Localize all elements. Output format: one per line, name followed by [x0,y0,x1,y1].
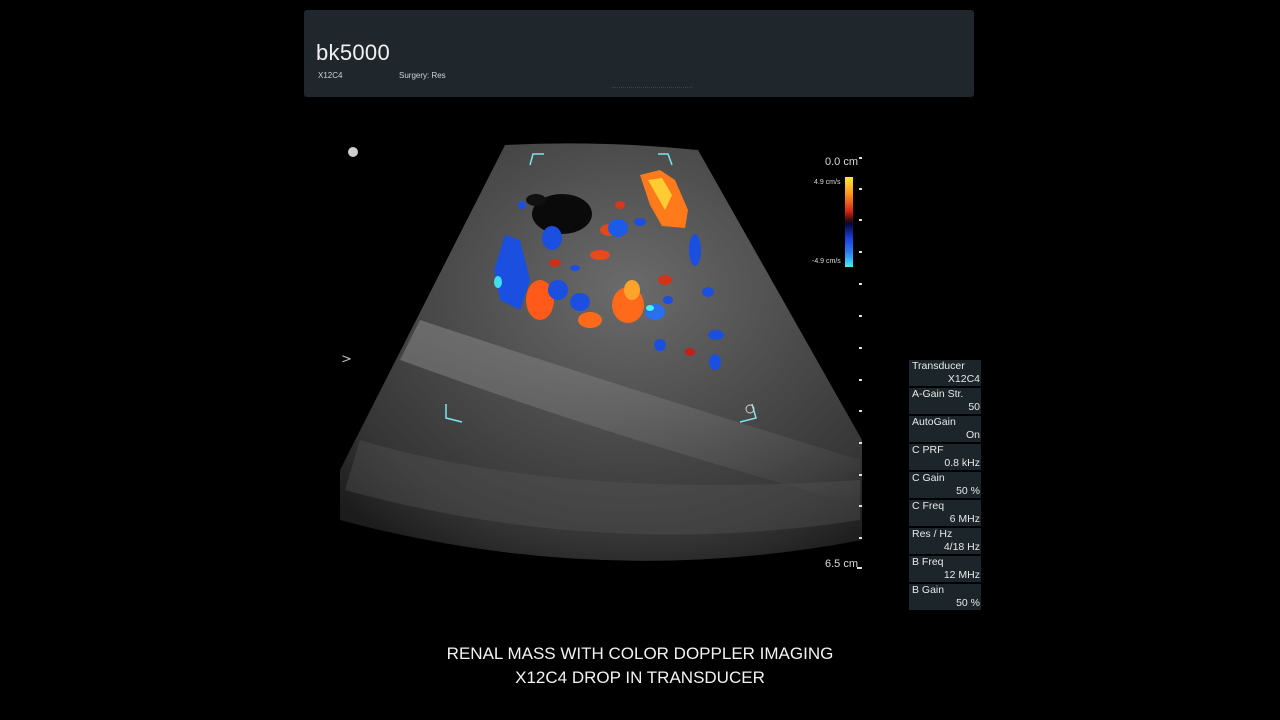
param-value: 50 % [956,485,980,497]
velocity-max-label: 4.9 cm/s [814,179,841,186]
param-transducer: Transducer X12C4 [909,360,981,386]
param-label: Res / Hz [912,528,953,540]
param-label: B Freq [912,556,944,568]
param-label: C Freq [912,500,945,512]
caption-line-2: X12C4 DROP IN TRANSDUCER [515,668,765,687]
focus-marker: > [341,352,352,367]
param-label: B Gain [912,584,945,596]
param-label: AutoGain [912,416,956,428]
param-label: Transducer [912,360,965,372]
ultrasound-screen: bk5000 X12C4 Surgery: Res > 0.0 cm 6.5 c… [0,0,1280,720]
param-c-freq: C Freq 6 MHz [909,500,981,526]
param-value: On [965,429,980,441]
param-value: 0.8 kHz [944,457,980,469]
velocity-min-label: -4.9 cm/s [812,258,841,265]
param-value: 4/18 Hz [943,541,980,553]
param-b-gain: B Gain 50 % [909,584,981,610]
parameter-panel: Transducer X12C4 A-Gain Str. 50 AutoGain… [909,360,981,612]
param-value: 12 MHz [943,569,980,581]
param-c-prf: C PRF 0.8 kHz [909,444,981,470]
depth-top-label: 0.0 cm [825,156,859,168]
param-res-hz: Res / Hz 4/18 Hz [909,528,981,554]
param-autogain: AutoGain On [909,416,981,442]
param-c-gain: C Gain 50 % [909,472,981,498]
caption-line-1: RENAL MASS WITH COLOR DOPPLER IMAGING [446,644,834,663]
param-value: X12C4 [947,373,980,385]
ultrasound-image [340,143,862,569]
color-velocity-bar [845,177,853,267]
param-label: C Gain [912,472,945,484]
orientation-marker [348,147,358,157]
param-label: A-Gain Str. [912,388,964,400]
depth-bottom-label: 6.5 cm [825,558,859,570]
param-label: C PRF [912,444,944,456]
param-b-freq: B Freq 12 MHz [909,556,981,582]
param-value: 6 MHz [949,513,980,525]
cyst-small [526,194,546,206]
param-value: 50 [968,401,980,413]
param-a-gain-str: A-Gain Str. 50 [909,388,981,414]
param-value: 50 % [956,597,980,609]
